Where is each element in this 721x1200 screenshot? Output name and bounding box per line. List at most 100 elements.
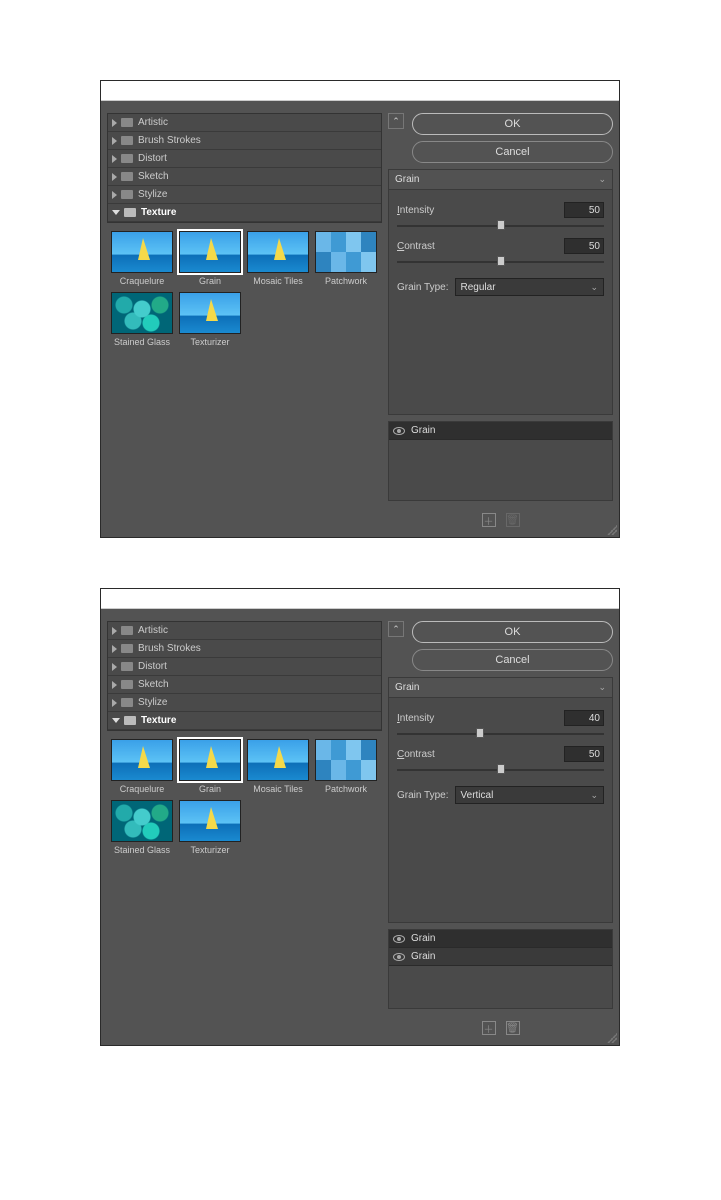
- grain-type-select[interactable]: Vertical⌄: [455, 786, 604, 804]
- intensity-input[interactable]: [564, 710, 604, 726]
- category-label: Sketch: [138, 171, 169, 182]
- category-texture[interactable]: Texture: [108, 204, 381, 222]
- category-label: Distort: [138, 153, 167, 164]
- category-sketch[interactable]: Sketch: [108, 168, 381, 186]
- category-label: Brush Strokes: [138, 643, 201, 654]
- filter-thumbnails: Craquelure Grain Mosaic TilesPatchwork Stai…: [107, 223, 382, 355]
- category-stylize[interactable]: Stylize: [108, 186, 381, 204]
- eye-icon[interactable]: [393, 953, 405, 961]
- category-stylize[interactable]: Stylize: [108, 694, 381, 712]
- effect-layer[interactable]: Grain: [389, 948, 612, 966]
- chevron-down-icon: ⌄: [598, 682, 606, 693]
- category-artistic[interactable]: Artistic: [108, 114, 381, 132]
- effect-layer[interactable]: Grain: [389, 422, 612, 440]
- category-brush-strokes[interactable]: Brush Strokes: [108, 132, 381, 150]
- thumbnail-label: Stained Glass: [111, 337, 173, 347]
- filter-name-dropdown[interactable]: Grain⌄: [389, 170, 612, 190]
- category-label: Stylize: [138, 697, 167, 708]
- slider-knob[interactable]: [497, 220, 505, 230]
- slider-knob[interactable]: [497, 256, 505, 266]
- category-brush-strokes[interactable]: Brush Strokes: [108, 640, 381, 658]
- thumb-stained-glass[interactable]: Stained Glass: [111, 292, 173, 347]
- contrast-input[interactable]: [564, 238, 604, 254]
- delete-effect-layer-button[interactable]: 🗑: [506, 1021, 520, 1035]
- thumb-craquelure[interactable]: Craquelure: [111, 231, 173, 286]
- thumbnail-image: [247, 231, 309, 273]
- category-sketch[interactable]: Sketch: [108, 676, 381, 694]
- slider-knob[interactable]: [476, 728, 484, 738]
- category-distort[interactable]: Distort: [108, 658, 381, 676]
- thumbnail-label: Grain: [179, 276, 241, 286]
- intensity-slider[interactable]: [397, 728, 604, 740]
- effect-layer-name: Grain: [411, 425, 435, 436]
- category-label: Sketch: [138, 679, 169, 690]
- effect-layers-panel: Grain Grain: [388, 929, 613, 1009]
- ok-button[interactable]: OK: [412, 621, 613, 643]
- slider-knob[interactable]: [497, 764, 505, 774]
- thumbnail-label: Craquelure: [111, 784, 173, 794]
- filter-name-label: Grain: [395, 174, 419, 185]
- contrast-label-text: ontrast: [404, 749, 435, 760]
- thumbnail-image: [111, 231, 173, 273]
- collapse-button[interactable]: ⌃: [388, 113, 404, 129]
- effect-layer-name: Grain: [411, 951, 435, 962]
- folder-icon: [121, 118, 133, 127]
- cancel-button[interactable]: Cancel: [412, 649, 613, 671]
- thumb-patchwork[interactable]: Patchwork: [315, 231, 377, 286]
- folder-icon: [121, 626, 133, 635]
- resize-handle[interactable]: [607, 1033, 617, 1043]
- cancel-button[interactable]: Cancel: [412, 141, 613, 163]
- chevron-right-icon: [112, 155, 117, 163]
- thumbnail-image: [315, 739, 377, 781]
- thumb-grain[interactable]: Grain: [179, 739, 241, 794]
- effect-layer[interactable]: Grain: [389, 930, 612, 948]
- ok-button[interactable]: OK: [412, 113, 613, 135]
- intensity-input[interactable]: [564, 202, 604, 218]
- titlebar[interactable]: [101, 589, 619, 609]
- eye-icon[interactable]: [393, 935, 405, 943]
- category-texture[interactable]: Texture: [108, 712, 381, 730]
- left-panel: ArtisticBrush Strokes Distort Sketch Styliz…: [107, 113, 382, 531]
- new-effect-layer-button[interactable]: ＋: [482, 1021, 496, 1035]
- thumb-patchwork[interactable]: Patchwork: [315, 739, 377, 794]
- thumbnail-image: [179, 800, 241, 842]
- thumb-grain[interactable]: Grain: [179, 231, 241, 286]
- thumb-mosaic-tiles[interactable]: Mosaic Tiles: [247, 739, 309, 794]
- intensity-label: Intensity: [397, 205, 434, 216]
- folder-icon: [121, 190, 133, 199]
- chevron-right-icon: [112, 119, 117, 127]
- thumb-texturizer[interactable]: Texturizer: [179, 292, 241, 347]
- collapse-button[interactable]: ⌃: [388, 621, 404, 637]
- new-effect-layer-button[interactable]: ＋: [482, 513, 496, 527]
- chevron-right-icon: [112, 173, 117, 181]
- filter-thumbnails: Craquelure GrainMosaic Tiles Patchwork Stai…: [107, 731, 382, 863]
- thumbnail-image: [315, 231, 377, 273]
- thumbnail-label: Texturizer: [179, 845, 241, 855]
- thumbnail-image: [111, 292, 173, 334]
- folder-icon: [121, 662, 133, 671]
- filter-name-dropdown[interactable]: Grain⌄: [389, 678, 612, 698]
- thumbnail-label: Patchwork: [315, 784, 377, 794]
- category-label: Stylize: [138, 189, 167, 200]
- intensity-slider[interactable]: [397, 220, 604, 232]
- grain-type-value: Regular: [461, 282, 496, 293]
- titlebar[interactable]: [101, 81, 619, 101]
- effect-layers-panel: Grain: [388, 421, 613, 501]
- chevron-right-icon: [112, 137, 117, 145]
- thumbnail-image: [247, 739, 309, 781]
- category-distort[interactable]: Distort: [108, 150, 381, 168]
- contrast-input[interactable]: [564, 746, 604, 762]
- thumb-craquelure[interactable]: Craquelure: [111, 739, 173, 794]
- thumb-texturizer[interactable]: Texturizer: [179, 800, 241, 855]
- grain-type-select[interactable]: Regular⌄: [455, 278, 604, 296]
- resize-handle[interactable]: [607, 525, 617, 535]
- contrast-slider[interactable]: [397, 764, 604, 776]
- category-artistic[interactable]: Artistic: [108, 622, 381, 640]
- chevron-down-icon: [112, 718, 120, 723]
- folder-icon: [121, 644, 133, 653]
- eye-icon[interactable]: [393, 427, 405, 435]
- contrast-slider[interactable]: [397, 256, 604, 268]
- thumb-stained-glass[interactable]: Stained Glass: [111, 800, 173, 855]
- filter-gallery-dialog: ArtisticBrush Strokes Distort Sketch Styliz…: [100, 80, 620, 538]
- thumb-mosaic-tiles[interactable]: Mosaic Tiles: [247, 231, 309, 286]
